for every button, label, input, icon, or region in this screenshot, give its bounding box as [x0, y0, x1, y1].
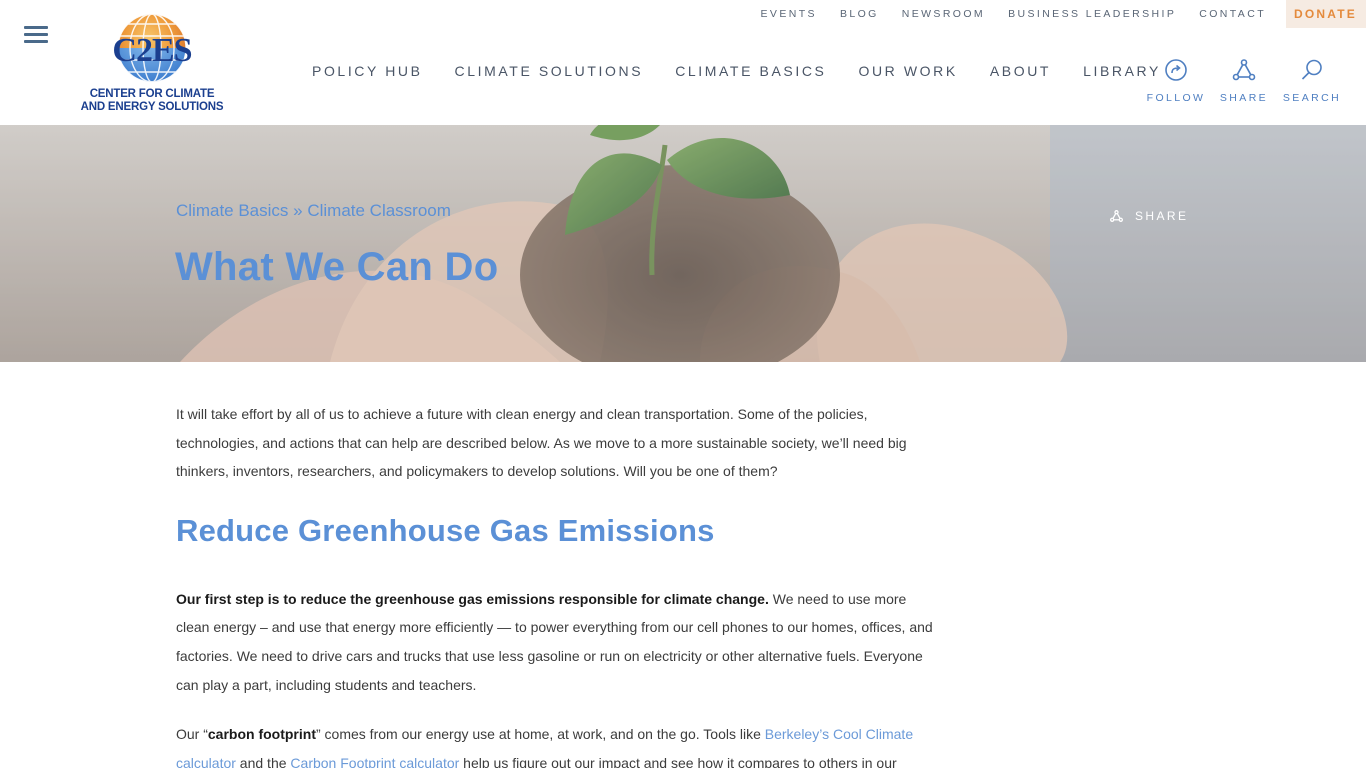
nav-climate-solutions[interactable]: CLIMATE SOLUTIONS [455, 63, 644, 79]
breadcrumb-parent[interactable]: Climate Basics [176, 201, 288, 220]
page-title: What We Can Do [175, 245, 499, 289]
logo-line-2: AND ENERGY SOLUTIONS [80, 101, 224, 113]
menu-icon[interactable] [24, 26, 48, 44]
top-link-business-leadership[interactable]: BUSINESS LEADERSHIP [1008, 8, 1176, 20]
top-link-newsroom[interactable]: NEWSROOM [902, 8, 985, 20]
header-tools: FOLLOW SHARE SEARCH [1142, 58, 1346, 106]
breadcrumb: Climate Basics » Climate Classroom [176, 201, 451, 221]
carbon-footprint-calculator-link[interactable]: Carbon Footprint calculator [290, 755, 459, 768]
hero-share-label: SHARE [1135, 209, 1189, 223]
share-label: SHARE [1219, 92, 1269, 104]
breadcrumb-separator: » [288, 201, 308, 220]
paragraph-carbon-footprint: Our “carbon footprint” comes from our en… [176, 720, 936, 768]
donate-button[interactable]: DONATE [1286, 0, 1366, 28]
share-icon [1110, 210, 1123, 222]
share-icon [1232, 59, 1256, 81]
search-icon [1301, 59, 1322, 80]
hero-banner: Climate Basics » Climate Classroom What … [0, 125, 1366, 362]
footprint-text-and: and the [235, 754, 291, 768]
section-heading: Reduce Greenhouse Gas Emissions [176, 512, 715, 548]
hero-share-button[interactable]: SHARE [1110, 209, 1188, 223]
utility-nav: EVENTS BLOG NEWSROOM BUSINESS LEADERSHIP… [738, 0, 1366, 28]
follow-button[interactable]: FOLLOW [1142, 58, 1210, 106]
nav-climate-basics[interactable]: CLIMATE BASICS [675, 63, 826, 79]
top-link-events[interactable]: EVENTS [761, 8, 817, 20]
search-label: SEARCH [1282, 92, 1342, 104]
main-nav: POLICY HUB CLIMATE SOLUTIONS CLIMATE BAS… [312, 63, 1193, 79]
footprint-text-end: help us figure out our impact and see ho… [459, 754, 897, 768]
hero-overlay [0, 125, 1366, 362]
follow-label: FOLLOW [1146, 92, 1206, 104]
site-logo[interactable]: C2ES CENTER FOR CLIMATE AND ENERGY SOLUT… [76, 12, 228, 114]
breadcrumb-current[interactable]: Climate Classroom [307, 201, 451, 220]
site-header: C2ES CENTER FOR CLIMATE AND ENERGY SOLUT… [0, 0, 1366, 125]
search-button[interactable]: SEARCH [1278, 58, 1346, 106]
logo-abbr: C2ES [112, 32, 192, 69]
follow-icon [1165, 59, 1187, 81]
logo-line-1: CENTER FOR CLIMATE [89, 88, 215, 100]
intro-paragraph: It will take effort by all of us to achi… [176, 406, 907, 480]
footprint-text-start: Our “ [176, 726, 208, 743]
nav-our-work[interactable]: OUR WORK [858, 63, 957, 79]
top-link-blog[interactable]: BLOG [840, 8, 879, 20]
article-body: It will take effort by all of us to achi… [176, 400, 936, 768]
share-button[interactable]: SHARE [1210, 58, 1278, 106]
footprint-bold-text: carbon footprint [207, 726, 316, 743]
footprint-text-mid: ” comes from our energy use at home, at … [316, 726, 765, 743]
nav-policy-hub[interactable]: POLICY HUB [312, 63, 423, 79]
top-link-contact[interactable]: CONTACT [1199, 8, 1266, 20]
paragraph-emissions: Our first step is to reduce the greenhou… [176, 585, 936, 699]
nav-about[interactable]: ABOUT [990, 63, 1051, 79]
emissions-lead-text: Our first step is to reduce the greenhou… [176, 590, 769, 607]
